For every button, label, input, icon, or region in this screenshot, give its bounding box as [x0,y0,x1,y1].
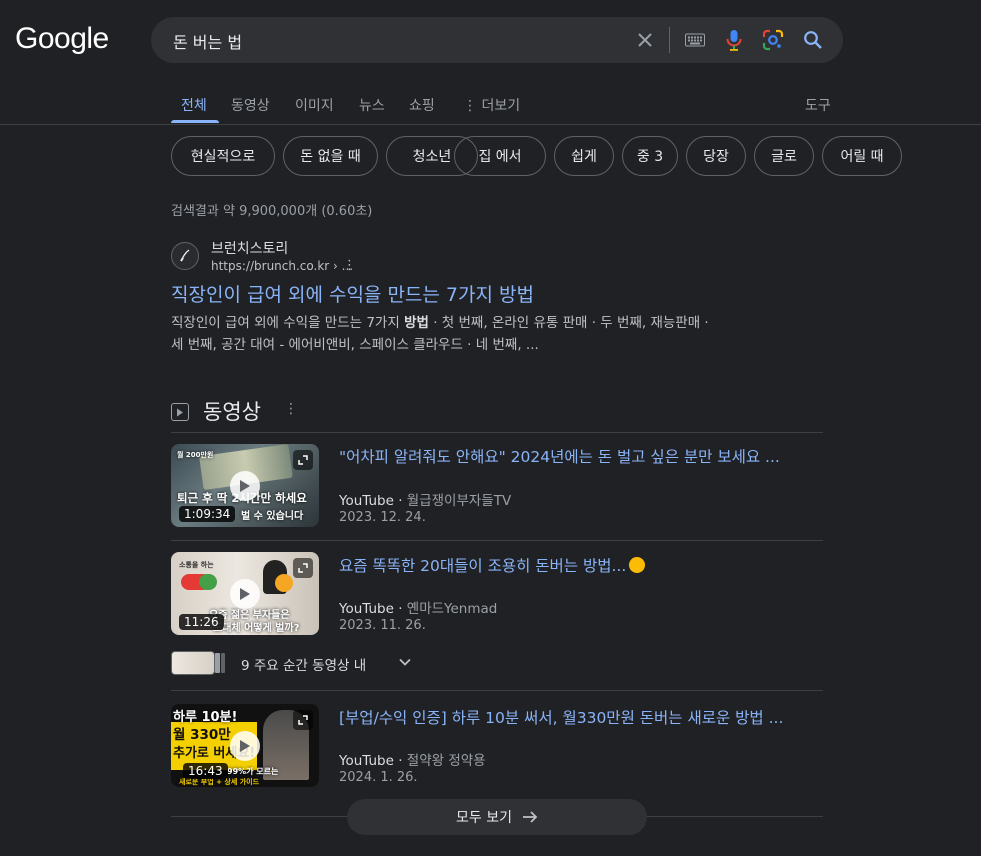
see-all-button[interactable]: 모두 보기 [347,799,647,835]
chevron-down-icon[interactable] [398,654,412,673]
more-vert-icon: ⋮ [463,98,477,114]
tab-more-label: 더보기 [481,98,521,114]
tab-more[interactable]: ⋮ 더보기 [463,95,520,115]
video-date-2: 2023. 11. 26. [339,618,426,633]
video-thumbnail-3[interactable]: 하루 10분! 월 330만 추가로 버세요! 99%가 모르는 새로운 부업 … [171,704,319,787]
expand-icon[interactable] [293,558,313,578]
result-snippet: 직장인이 급여 외에 수익을 만드는 7가지 방법 · 첫 번째, 온라인 유통… [171,315,709,353]
videos-section-more-icon[interactable]: ⋮ [284,401,298,417]
video-thumbnail-1[interactable]: 월 200만원 퇴근 후 딱 2시간만 하세요 벌 수 있습니다 1:09:34 [171,444,319,527]
play-icon [230,471,260,501]
keyboard-icon[interactable] [683,28,707,52]
key-moments-thumbs [171,651,225,675]
divider [171,432,823,433]
search-input[interactable]: 돈 버는 법 [173,29,242,53]
arrow-right-icon [522,811,538,823]
flushed-face-emoji [629,557,646,573]
video-section-icon [171,403,189,421]
expand-icon[interactable] [293,450,313,470]
chip-realistic[interactable]: 현실적으로 [171,136,275,176]
chip-when-young[interactable]: 어릴 때 [822,136,902,176]
search-box[interactable]: 돈 버는 법 [151,17,843,63]
result-url[interactable]: https://brunch.co.kr › ... [211,259,353,273]
divider [171,690,823,691]
microphone-icon[interactable] [722,28,746,52]
thumb-text-bottom: 벌 수 있습니다 [241,511,304,522]
coin-graphic [275,574,293,592]
video-source-3: YouTube · 절약왕 정약용 [339,753,486,769]
search-icon[interactable] [801,28,825,52]
video-thumbnail-2[interactable]: 소통을 하는 요즘 젊은 부자들은 도대체 어떻게 벌까? 11:26 [171,552,319,635]
chip-at-home[interactable]: 집 에서 [454,136,546,176]
active-tab-indicator [171,120,219,123]
video-title-link-1[interactable]: "어차피 알려줘도 안해요" 2024년에는 돈 벌고 싶은 분만 보세요 ..… [339,445,809,467]
play-icon [230,579,260,609]
video-date-1: 2023. 12. 24. [339,510,426,525]
video-source-2: YouTube · 옌마드Yenmad [339,601,498,617]
video-duration: 1:09:34 [179,506,236,522]
tab-news[interactable]: 뉴스 [359,95,385,115]
result-site-name[interactable]: 브런치스토리 [211,238,288,258]
tab-all[interactable]: 전체 [181,95,207,115]
result-stats: 검색결과 약 9,900,000개 (0.60초) [171,204,373,219]
video-source-1: YouTube · 월급쟁이부자들TV [339,493,512,509]
clear-icon[interactable] [633,28,657,52]
videos-section-title: 동영상 [203,400,261,424]
tab-shopping[interactable]: 쇼핑 [409,95,435,115]
key-moments-row[interactable] [171,650,225,676]
result-more-icon[interactable]: ⋮ [343,258,356,273]
logo-badge-green [199,574,217,590]
thumb-text-side: 99%가 모르는 [227,767,279,776]
google-lens-icon[interactable] [761,28,785,52]
result-title-link[interactable]: 직장인이 급여 외에 수익을 만드는 7가지 방법 [171,280,534,307]
search-tabs: 전체 동영상 이미지 뉴스 쇼핑 ⋮ 더보기 도구 [0,84,981,125]
see-all-label: 모두 보기 [456,810,512,826]
chip-no-money[interactable]: 돈 없을 때 [283,136,378,176]
divider [171,540,823,541]
chip-easily[interactable]: 쉽게 [554,136,614,176]
thumb-text-line2: 월 330만 [173,727,231,743]
video-title-link-3[interactable]: [부업/수익 인증] 하루 10분 써서, 월330만원 돈버는 새로운 방법 … [339,706,809,728]
key-moments-label[interactable]: 9 주요 순간 동영상 내 [241,654,366,674]
play-icon [230,731,260,761]
tools-button[interactable]: 도구 [805,95,831,115]
thumb-text-bottom: 도대체 어떻게 벌까? [213,623,300,634]
thumb-text-small: 월 200만원 [177,451,214,459]
chip-right-now[interactable]: 당장 [686,136,746,176]
chip-middle-3[interactable]: 중 3 [622,136,678,176]
video-duration: 16:43 [183,763,228,779]
search-divider [669,27,670,53]
tab-images[interactable]: 이미지 [295,95,334,115]
chip-writing[interactable]: 글로 [754,136,814,176]
google-logo[interactable]: Google [15,22,109,56]
tab-videos[interactable]: 동영상 [231,95,270,115]
expand-icon[interactable] [293,710,313,730]
thumb-text-top: 소통을 하는 [179,561,214,569]
brunch-favicon[interactable] [171,242,199,270]
video-title-link-2[interactable]: 요즘 똑똑한 20대들이 조용히 돈버는 방법... [339,554,809,576]
video-duration: 11:26 [179,614,224,630]
video-date-3: 2024. 1. 26. [339,770,418,785]
